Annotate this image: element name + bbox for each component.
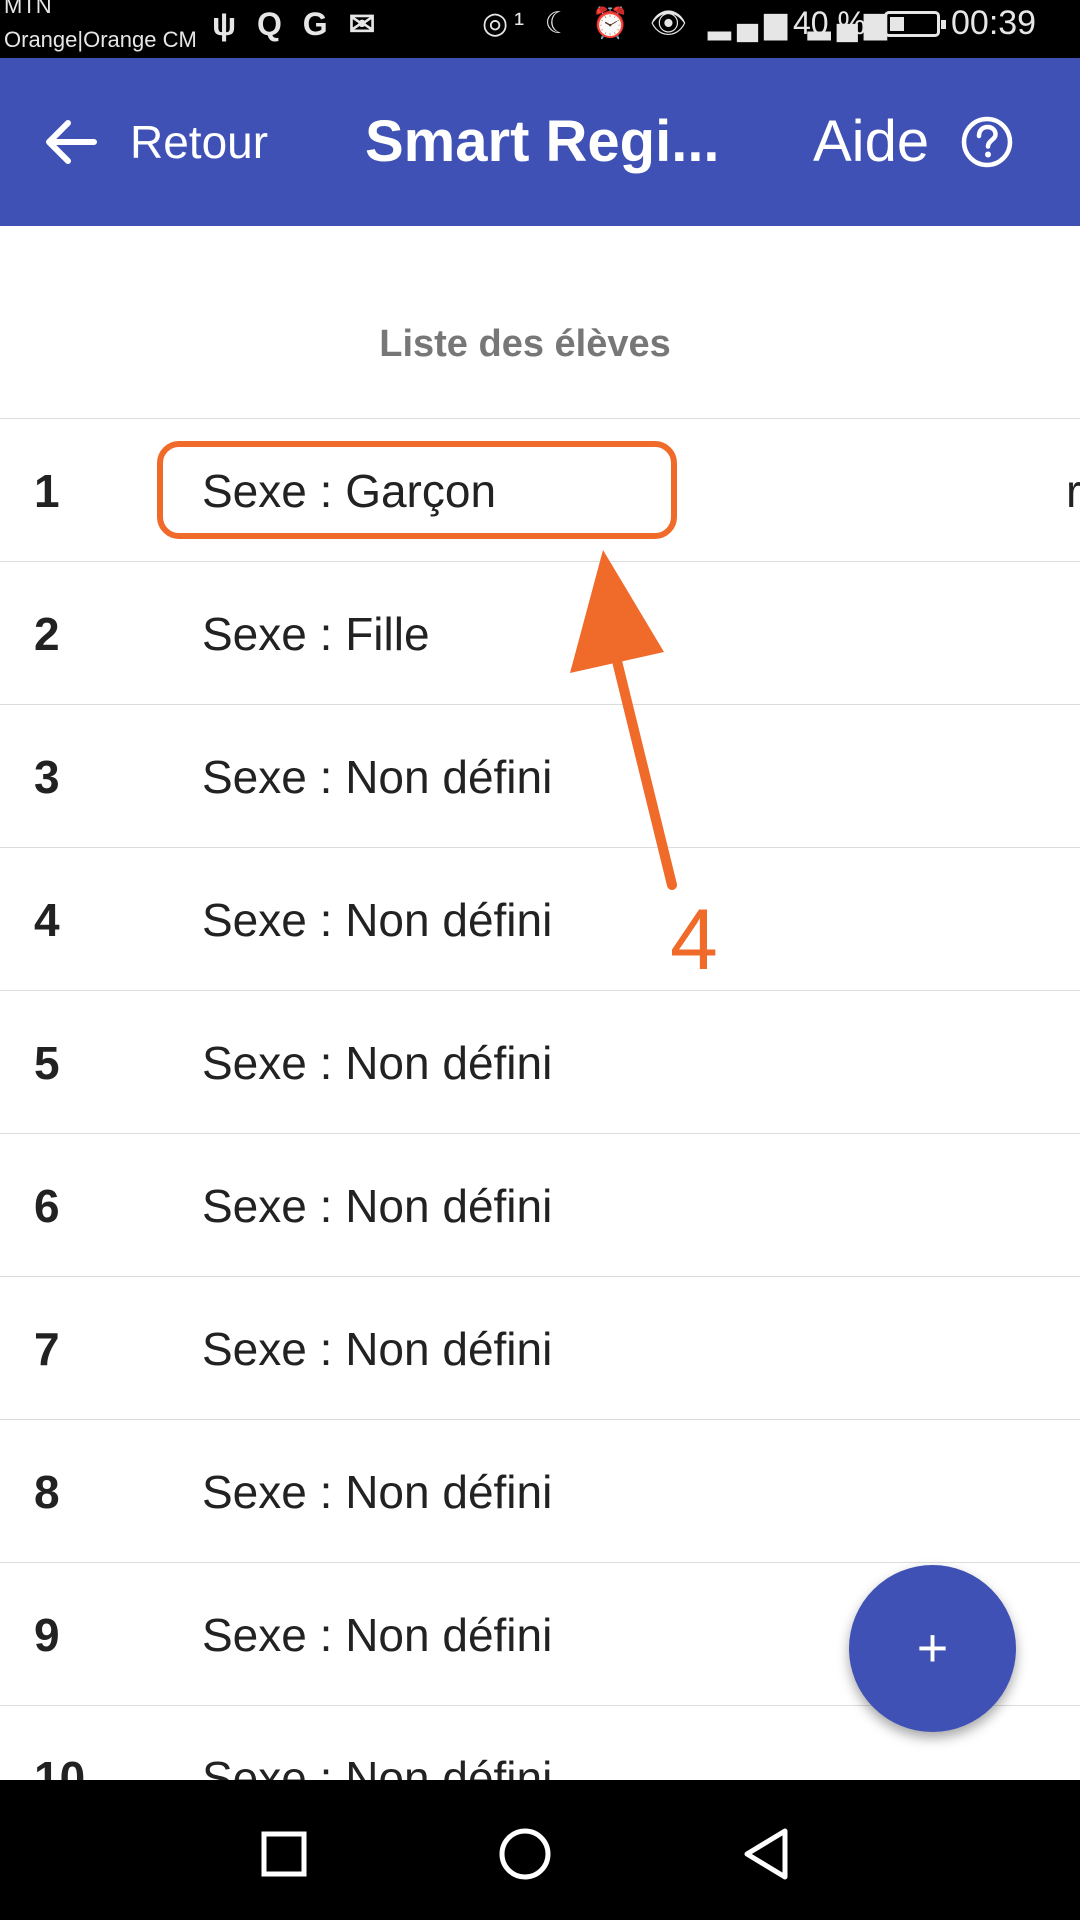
page-title: Smart Regi... (365, 109, 720, 174)
square-icon[interactable] (252, 1822, 316, 1886)
back-button[interactable]: Retour (130, 116, 268, 168)
list-title: Liste des élèves (379, 323, 671, 365)
circle-icon[interactable] (493, 1822, 557, 1886)
list-item[interactable]: 4 Sexe : Non défini (0, 848, 1080, 991)
list-item[interactable]: 7 Sexe : Non défini (0, 1277, 1080, 1420)
list-item[interactable]: 3 Sexe : Non défini (0, 705, 1080, 848)
row-number: 3 (34, 751, 60, 803)
arrow-left-icon[interactable] (40, 116, 100, 168)
list-item[interactable]: 2 Sexe : Fille (0, 562, 1080, 705)
carrier-name-secondary: Orange|Orange CM (4, 27, 197, 52)
clock: 00:39 (951, 4, 1037, 42)
row-number: 1 (34, 465, 60, 517)
row-number: 6 (34, 1180, 60, 1232)
row-sex: Sexe : Non défini (202, 1180, 553, 1232)
list-item[interactable]: 8 Sexe : Non défini (0, 1420, 1080, 1563)
row-number: 7 (34, 1323, 60, 1375)
row-clipped-text: r (1066, 465, 1080, 517)
add-student-button[interactable]: + (849, 1565, 1016, 1732)
triangle-back-icon[interactable] (735, 1822, 799, 1886)
question-circle-icon[interactable] (960, 115, 1014, 169)
list-item[interactable]: 5 Sexe : Non défini (0, 991, 1080, 1134)
app-bar: Retour Smart Regi... Aide (0, 58, 1080, 226)
row-number: 5 (34, 1037, 60, 1089)
battery-icon (884, 11, 946, 37)
row-number: 2 (34, 608, 60, 660)
annotation-highlight-box (157, 441, 677, 539)
carrier-name: MTN (4, 0, 52, 18)
battery-percent: 40 % (793, 5, 866, 41)
row-sex: Sexe : Non défini (202, 1037, 553, 1089)
row-sex: Sexe : Fille (202, 608, 430, 660)
row-sex: Sexe : Non défini (202, 1466, 553, 1518)
notification-icons: ψ Q G ✉ (212, 6, 382, 42)
help-button[interactable]: Aide (813, 110, 929, 174)
row-sex: Sexe : Non défini (202, 1752, 553, 1781)
annotation-step-number: 4 (670, 892, 718, 988)
row-number: 4 (34, 894, 60, 946)
row-sex: Sexe : Non défini (202, 751, 553, 803)
row-number: 9 (34, 1609, 60, 1661)
list-item[interactable]: 6 Sexe : Non défini (0, 1134, 1080, 1277)
annotation-arrow-icon (570, 550, 677, 890)
row-number: 10 (34, 1752, 86, 1781)
navigation-bar (0, 1780, 1080, 1920)
status-bar: MTN Orange|Orange CM ψ Q G ✉ ◎¹ ☾ ⏰ 👁 ▂▄… (0, 0, 1080, 58)
row-sex: Sexe : Non défini (202, 1609, 553, 1661)
row-sex: Sexe : Non défini (202, 894, 553, 946)
row-number: 8 (34, 1466, 60, 1518)
row-sex: Sexe : Non défini (202, 1323, 553, 1375)
